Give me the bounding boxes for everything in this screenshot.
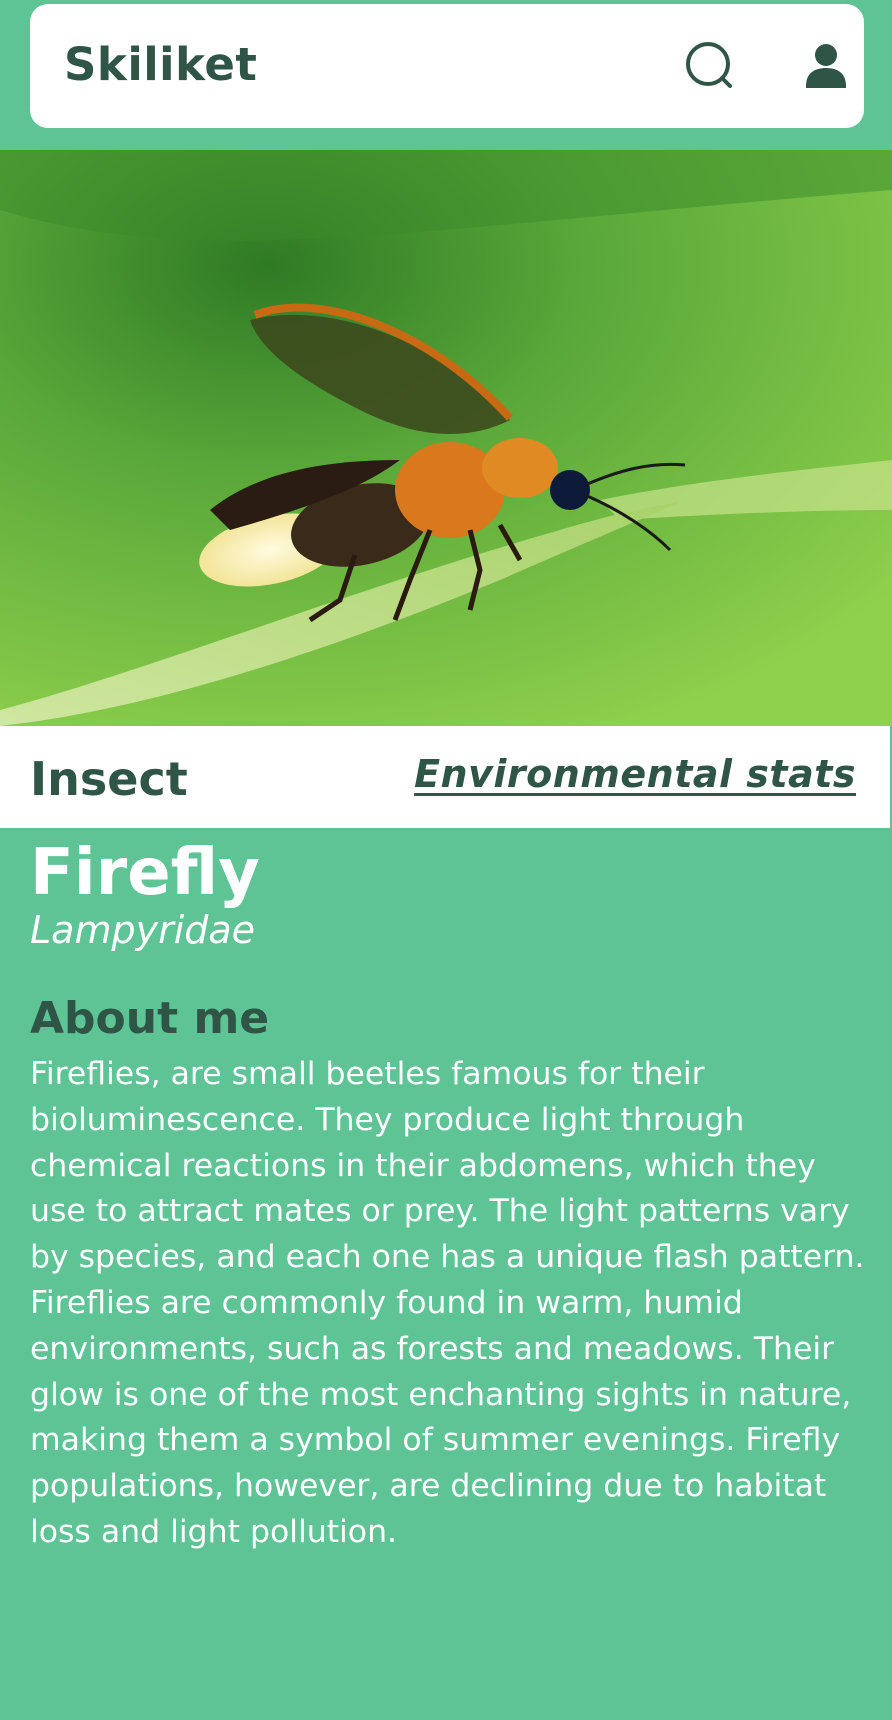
app-title: Skiliket [64, 38, 258, 91]
scientific-name: Lampyridae [30, 908, 256, 952]
app-header: Skiliket [0, 0, 892, 150]
firefly-photo [0, 150, 892, 726]
header-card: Skiliket [30, 4, 864, 128]
species-name: Firefly [30, 836, 260, 910]
about-heading: About me [30, 993, 270, 1044]
about-text: Fireflies, are small beetles famous for … [30, 1056, 865, 1550]
tag-bar: Insect Environmental stats [0, 726, 890, 828]
user-icon[interactable] [802, 42, 850, 94]
category-label: Insect [30, 752, 188, 806]
search-icon[interactable] [684, 40, 740, 96]
species-content: Firefly Lampyridae About me Fireflies, a… [30, 838, 872, 1556]
environmental-stats-link[interactable]: Environmental stats [414, 752, 856, 796]
